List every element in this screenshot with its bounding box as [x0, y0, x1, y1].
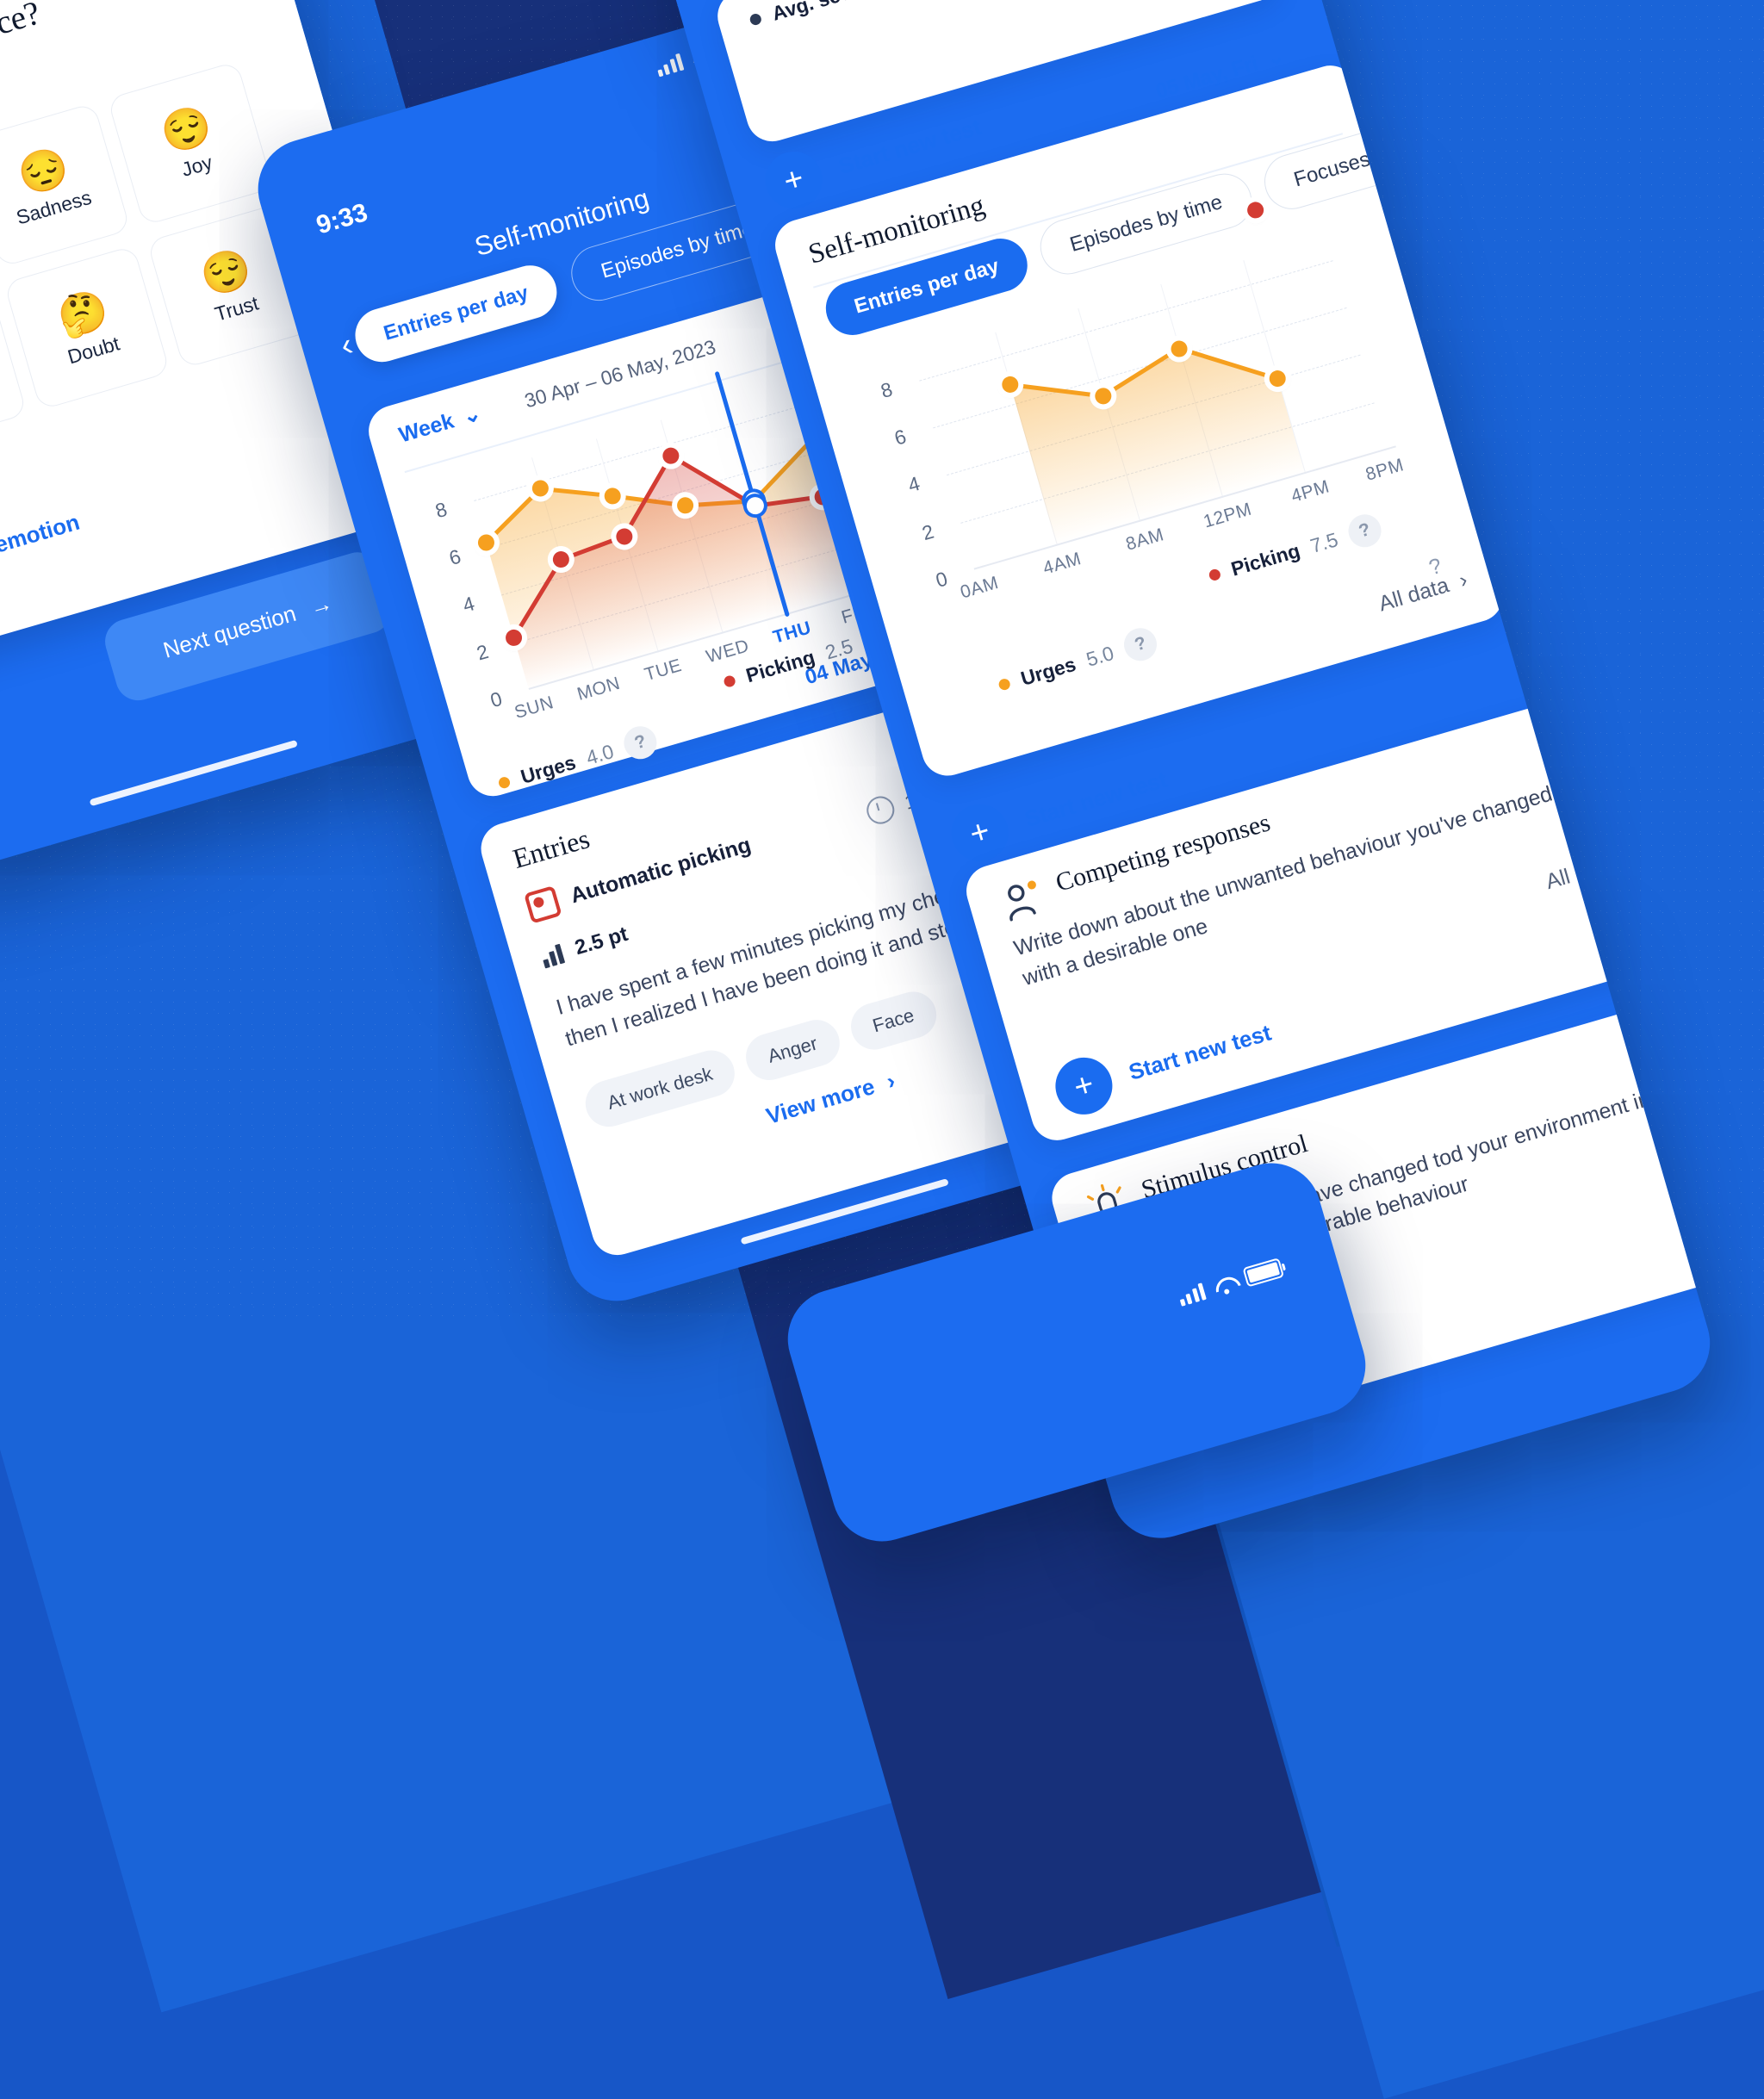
- y-tick-8: 8: [432, 497, 450, 523]
- cellular-signal-icon: [1177, 1282, 1207, 1307]
- y-tick-2: 2: [474, 639, 491, 665]
- emotion-label: Joy: [178, 150, 215, 181]
- avg-score-row: Avg. score 58: [747, 0, 905, 32]
- tag-chip[interactable]: Face: [845, 986, 942, 1056]
- avg-score-label: Avg. score: [769, 0, 873, 25]
- joy-emoji-icon: 😌: [155, 100, 217, 158]
- emotion-option-doubt[interactable]: 🤔 Doubt: [3, 245, 171, 411]
- status-bar-time: 9:33: [313, 198, 371, 240]
- y-tick-8: 8: [878, 377, 895, 402]
- help-icon[interactable]: ?: [1344, 510, 1385, 551]
- legend-value: 5.0: [1084, 641, 1116, 671]
- arrow-right-icon: →: [306, 589, 336, 621]
- start-new-test-button-competing[interactable]: + Start new test: [1048, 1004, 1279, 1121]
- legend-urges[interactable]: Urges 5.0 ?: [994, 624, 1161, 702]
- help-icon[interactable]: ?: [1120, 624, 1161, 665]
- wifi-icon: [1213, 1276, 1237, 1296]
- y-tick-6: 6: [446, 544, 463, 570]
- period-selector[interactable]: Week ⌄: [396, 400, 484, 448]
- back-button[interactable]: ‹: [0, 723, 7, 823]
- emotion-option-joy[interactable]: 😌 Joy: [107, 60, 274, 227]
- help-icon[interactable]: ?: [620, 722, 662, 763]
- tab-label: Focuses: [1291, 147, 1373, 192]
- x-tick-0am: 0AM: [958, 572, 1001, 603]
- tab-label: Episodes by time: [598, 216, 756, 283]
- x-tick-4am: 4AM: [1040, 549, 1084, 579]
- bullet-icon: [748, 12, 763, 27]
- x-tick-mon: MON: [575, 673, 623, 705]
- all-data-label: All data: [1376, 573, 1452, 617]
- next-question-label: Next question: [159, 599, 299, 663]
- tab-episodes-by-time[interactable]: Episodes by time: [1034, 166, 1259, 281]
- tag-chip[interactable]: Anger: [740, 1014, 845, 1086]
- view-more-label: View more: [763, 1073, 878, 1129]
- legend-label: Urges: [518, 750, 579, 788]
- x-tick-8am: 8AM: [1123, 525, 1167, 555]
- cellular-signal-icon: [655, 53, 685, 78]
- y-tick-0: 0: [488, 686, 505, 712]
- doubt-emoji-icon: 🤔: [52, 284, 114, 343]
- legend-label: Picking: [1228, 538, 1302, 581]
- tab-label: Episodes by time: [1067, 190, 1226, 257]
- x-tick-tue: TUE: [642, 655, 685, 686]
- tab-label: Entries per day: [851, 254, 1002, 319]
- chevron-right-icon: ›: [1457, 568, 1470, 593]
- all-data-link[interactable]: All data ›: [1376, 568, 1470, 617]
- clock-icon: [863, 792, 898, 828]
- record-icon: [524, 885, 562, 924]
- tab-label: Entries per day: [381, 281, 531, 345]
- legend-value: 7.5: [1307, 527, 1341, 557]
- plus-icon: +: [758, 145, 829, 215]
- chevron-right-icon: ›: [883, 1067, 898, 1095]
- battery-icon: [1242, 1258, 1285, 1288]
- legend-color-dot: [1208, 567, 1222, 582]
- person-icon: [1008, 880, 1036, 922]
- plus-icon: +: [1048, 1050, 1120, 1121]
- legend-color-dot: [497, 775, 512, 790]
- y-tick-2: 2: [919, 519, 936, 544]
- y-tick-6: 6: [891, 425, 909, 450]
- sadness-emoji-icon: 😔: [12, 141, 74, 200]
- y-tick-4: 4: [460, 592, 477, 618]
- add-new-emotion-button[interactable]: + Add new emotion: [0, 498, 85, 614]
- legend-value: 4.0: [583, 739, 617, 769]
- legend-color-dot: [722, 674, 737, 688]
- entries-title: Entries: [509, 823, 593, 874]
- emotion-option-sadness[interactable]: 😔 Sadness: [0, 102, 131, 268]
- status-bar-icons: [1176, 1257, 1288, 1307]
- chevron-down-icon: ⌄: [1264, 44, 1288, 71]
- y-tick-4: 4: [905, 472, 922, 497]
- legend-color-dot: [997, 677, 1012, 692]
- plus-icon: +: [944, 798, 1016, 868]
- legend-label: Urges: [1017, 652, 1078, 690]
- trust-emoji-icon: 😌: [195, 242, 257, 301]
- x-tick-4pm: 4PM: [1289, 476, 1332, 506]
- start-new-test-label: Start new test: [835, 113, 984, 179]
- start-new-test-label: Start new test: [1125, 1019, 1275, 1085]
- bar-chart-icon: [540, 943, 566, 968]
- x-tick-8pm: 8PM: [1363, 455, 1407, 485]
- x-tick-12pm: 12PM: [1201, 499, 1254, 532]
- add-new-emotion-label: Add new emotion: [0, 508, 83, 585]
- entry-points: 2.5 pt: [539, 922, 630, 971]
- y-tick-0: 0: [933, 567, 950, 592]
- entry-points-label: 2.5 pt: [572, 922, 631, 960]
- x-tick-sun: SUN: [512, 692, 556, 723]
- entry-title: Automatic picking: [567, 832, 754, 908]
